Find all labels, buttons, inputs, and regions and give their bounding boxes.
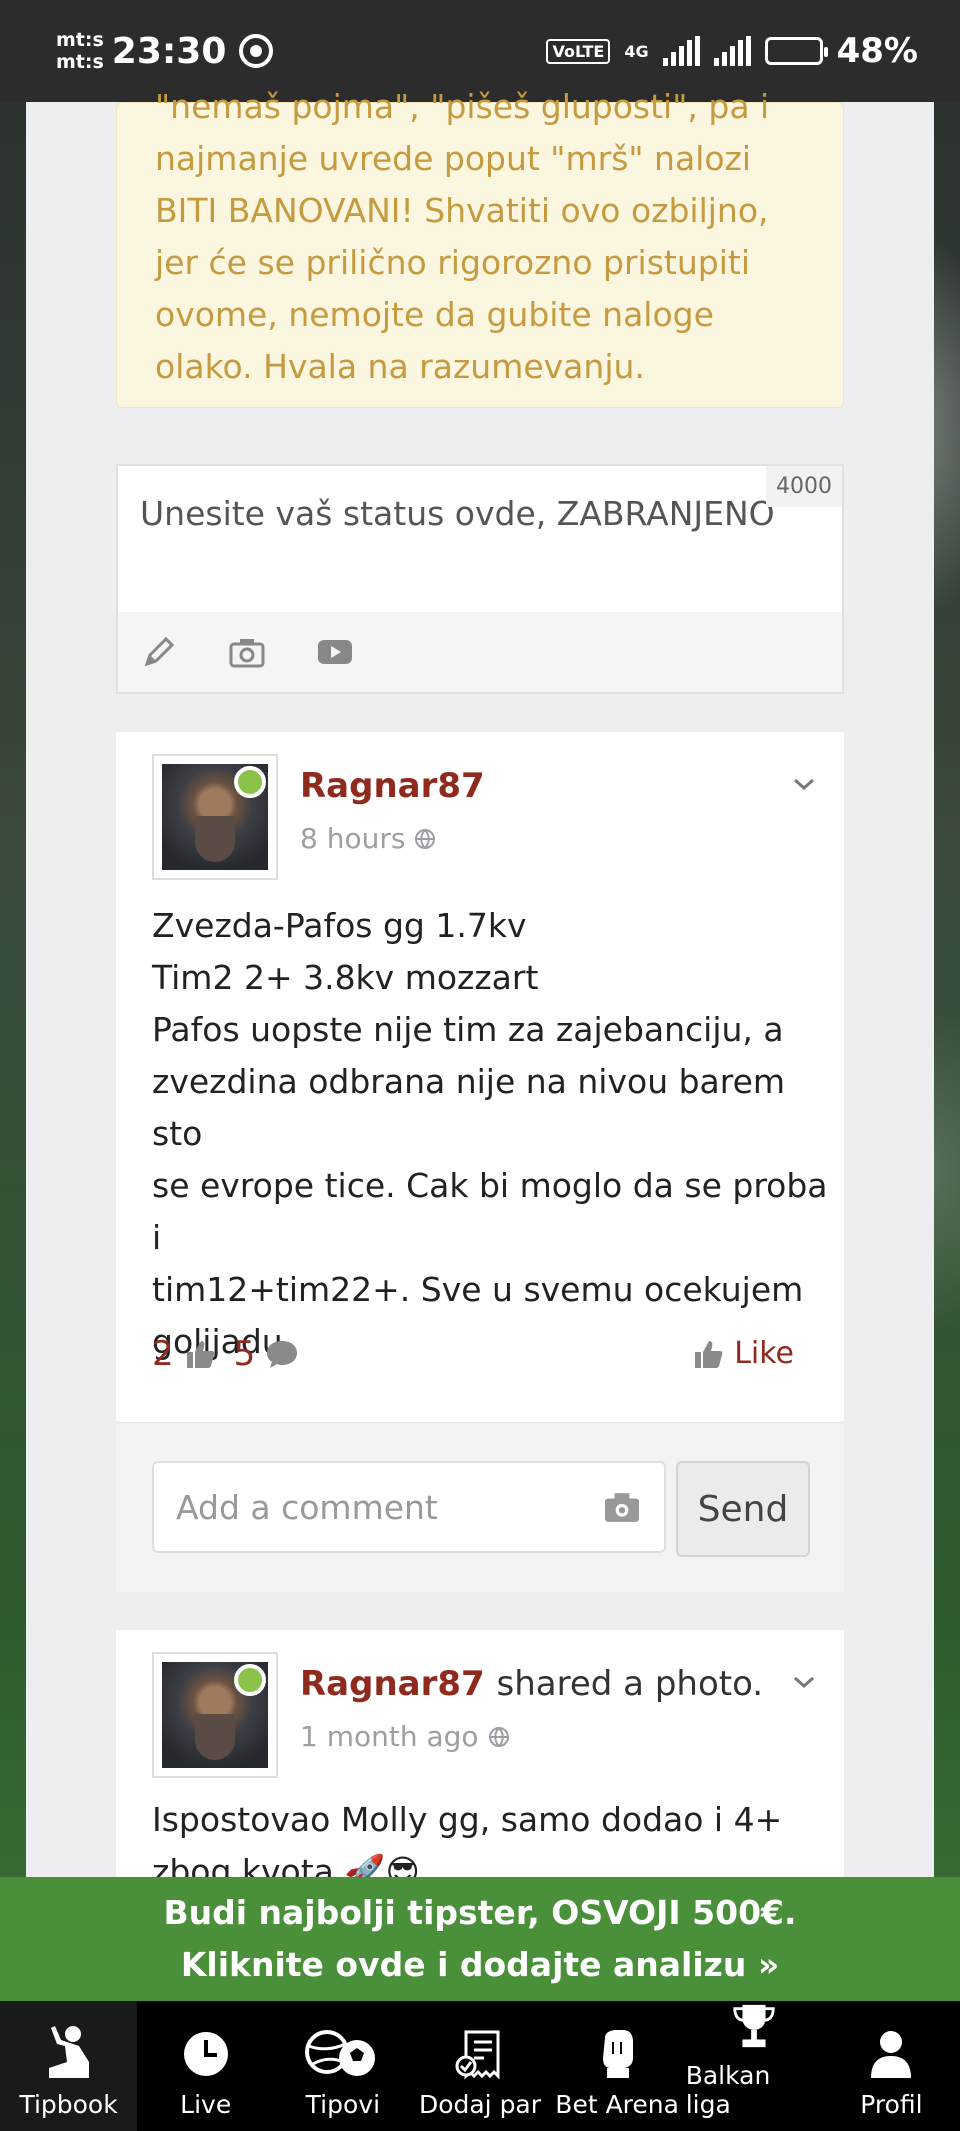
status-input[interactable]: Unesite vaš status ovde, ZABRANJENO [118, 466, 842, 561]
carrier-2: mt:s [56, 51, 104, 73]
clock-icon [183, 2032, 228, 2076]
promo-banner[interactable]: Budi najbolji tipster, OSVOJI 500€. Klik… [0, 1877, 960, 2001]
carrier-1: mt:s [56, 29, 104, 51]
youtube-icon[interactable] [316, 633, 354, 671]
ticket-icon [455, 2030, 500, 2080]
promo-line-2: Kliknite ovde i dodajte analizu » [180, 1945, 780, 1984]
chevron-down-icon[interactable] [790, 770, 818, 798]
status-composer[interactable]: Unesite vaš status ovde, ZABRANJENO 4000 [116, 464, 844, 694]
nav-tipbook[interactable]: Tipbook [0, 2001, 138, 2131]
nav-label: Tipbook [19, 2090, 118, 2119]
feed-post: Ragnar87 shared a photo. 1 month ago Isp… [116, 1630, 844, 1877]
send-button[interactable]: Send [676, 1461, 810, 1557]
nav-label: Dodaj par [418, 2090, 542, 2119]
status-icons: VoLTE 4G 48% [546, 31, 918, 71]
post-text: Ispostovao Molly gg, samo dodao i 4+ zbo… [152, 1800, 783, 1877]
balls-icon [304, 2030, 375, 2076]
avatar-image [162, 1662, 268, 1768]
post-text: Zvezda-Pafos gg 1.7kv Tim2 2+ 3.8kv mozz… [152, 906, 828, 1361]
bottom-navigation: Tipbook Live Tipovi Dodaj par Bet Arena … [0, 2001, 960, 2131]
network-type: 4G [624, 41, 649, 61]
signal-icon-2 [713, 36, 751, 66]
likes-count: 2 [152, 1334, 174, 1374]
camera-icon[interactable] [228, 633, 266, 671]
nav-tipovi[interactable]: Tipovi [274, 2001, 411, 2131]
carrier-labels: mt:s mt:s [56, 29, 104, 73]
char-counter: 4000 [766, 466, 842, 507]
post-time: 1 month ago [300, 1720, 511, 1753]
comment-placeholder: Add a comment [176, 1487, 438, 1527]
comment-input[interactable]: Add a comment [152, 1461, 666, 1553]
online-indicator [234, 1664, 266, 1696]
avatar[interactable] [152, 1652, 278, 1778]
post-action: shared a photo. [496, 1664, 764, 1704]
post-author-name[interactable]: Ragnar87 [300, 1664, 485, 1704]
like-label: Like [734, 1336, 794, 1371]
camera-icon[interactable] [602, 1490, 642, 1524]
online-indicator [234, 766, 266, 798]
post-body: Ispostovao Molly gg, samo dodao i 4+ zbo… [152, 1794, 832, 1877]
nav-balkan-liga[interactable]: Balkan liga [686, 2001, 823, 2131]
post-body: Zvezda-Pafos gg 1.7kv Tim2 2+ 3.8kv mozz… [152, 900, 832, 1368]
nav-label: Profil [860, 2090, 923, 2119]
thumbs-up-icon [186, 1341, 215, 1368]
comment-icon[interactable] [265, 1338, 299, 1370]
post-author: Ragnar87 shared a photo. [300, 1664, 763, 1704]
nav-label: Live [180, 2090, 232, 2119]
notice-text: "nemaš pojma", "pišeš gluposti", pa i na… [155, 87, 770, 386]
chrome-icon [239, 34, 274, 68]
post-time: 8 hours [300, 822, 437, 855]
battery-icon [764, 37, 828, 65]
glove-icon [603, 2030, 634, 2078]
globe-icon [488, 1726, 509, 1747]
nav-live[interactable]: Live [137, 2001, 274, 2131]
nav-bet-arena[interactable]: Bet Arena [549, 2001, 686, 2131]
nav-dodaj-par[interactable]: Dodaj par [411, 2001, 548, 2131]
globe-icon [415, 828, 436, 849]
promo-line-1: Budi najbolji tipster, OSVOJI 500€. [163, 1893, 797, 1932]
volte-icon: VoLTE [546, 38, 611, 64]
nav-label: Bet Arena [555, 2090, 679, 2119]
post-author[interactable]: Ragnar87 [300, 766, 485, 806]
tipster-icon [48, 2026, 89, 2078]
nav-label: Balkan liga [685, 2061, 771, 2119]
like-thumb-icon [695, 1340, 723, 1368]
post-time-text: 8 hours [300, 822, 406, 855]
rules-notice: "nemaš pojma", "pišeš gluposti", pa i na… [116, 87, 844, 408]
comment-section: Add a comment Send [116, 1422, 844, 1592]
clock: 23:30 [111, 30, 227, 72]
avatar-image [162, 764, 268, 870]
signal-icon [662, 36, 700, 66]
nav-label: Tipovi [305, 2090, 381, 2119]
user-icon [871, 2031, 912, 2078]
chevron-down-icon[interactable] [790, 1668, 818, 1696]
trophy-icon [733, 2004, 775, 2048]
comments-count[interactable]: 5 [234, 1334, 256, 1374]
battery-level: 48% [836, 31, 918, 71]
like-button[interactable]: Like [692, 1336, 794, 1371]
avatar[interactable] [152, 754, 278, 880]
post-time-text: 1 month ago [300, 1720, 479, 1753]
feed-post: Ragnar87 8 hours Zvezda-Pafos gg 1.7kv T… [116, 732, 844, 1422]
post-stats: 2 5 [152, 1334, 299, 1374]
composer-toolbar [118, 612, 842, 692]
pencil-icon[interactable] [140, 633, 178, 671]
nav-profil[interactable]: Profil [823, 2001, 960, 2131]
